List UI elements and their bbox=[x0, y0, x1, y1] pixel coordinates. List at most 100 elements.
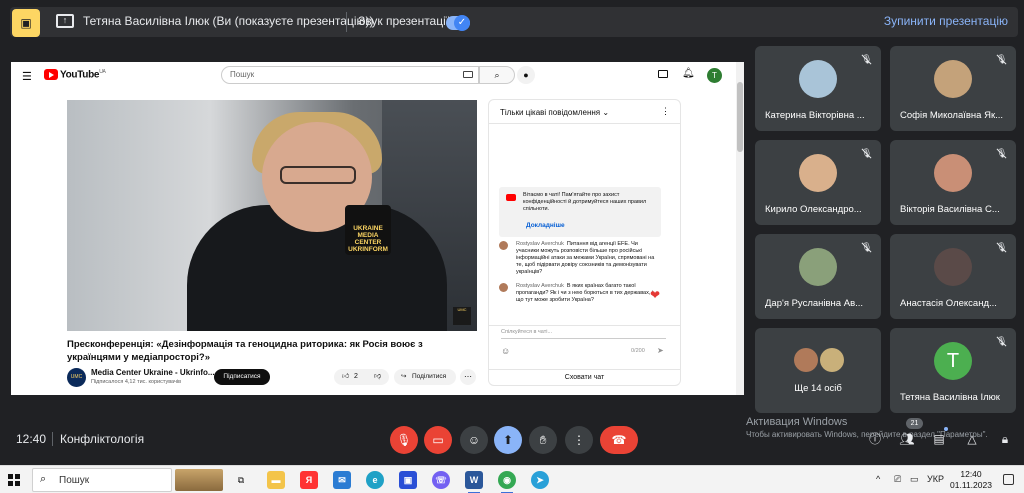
present-now-button[interactable]: ⬆ bbox=[494, 426, 522, 454]
logo-region: UA bbox=[99, 69, 106, 75]
self-avatar: T bbox=[934, 342, 972, 380]
chat-author[interactable]: Rostyslav Averchuk bbox=[516, 283, 564, 289]
youtube-header: ☰ YouTubeUA Пошук ⌕ ● 🔔︎ T bbox=[11, 62, 744, 88]
raise-hand-button[interactable]: ✋︎ bbox=[529, 426, 557, 454]
chat-mode-dropdown[interactable]: Тільки цікаві повідомлення ⌄ bbox=[500, 108, 609, 117]
chat-input[interactable]: Спілкуйтеся в чаті... bbox=[501, 329, 666, 339]
more-options-button[interactable]: ⋮ bbox=[565, 426, 593, 454]
channel-watermark-icon[interactable]: UMC bbox=[453, 307, 471, 325]
participant-tile[interactable]: 🎙︎ Софія Миколаївна Як... bbox=[890, 46, 1016, 131]
participant-tile[interactable]: 🎙︎ Анастасія Олександ... bbox=[890, 234, 1016, 319]
viber-icon[interactable]: ☏ bbox=[432, 471, 450, 489]
participant-name: Анастасія Олександ... bbox=[900, 298, 997, 309]
stop-presentation-button[interactable]: Зупинити презентацію bbox=[884, 14, 1008, 28]
taskbar-search[interactable]: ⌕ Пошук bbox=[32, 468, 172, 492]
task-view-icon[interactable]: ⧉ bbox=[232, 471, 250, 489]
mic-off-icon: 🎙︎ bbox=[996, 242, 1008, 252]
youtube-search-input[interactable]: Пошук bbox=[221, 66, 479, 84]
windows-start-icon[interactable] bbox=[8, 474, 20, 486]
share-button[interactable]: ↪ Поділитися bbox=[394, 369, 456, 385]
self-tile[interactable]: T 🎙︎ Тетяна Василівна Ілюк bbox=[890, 328, 1016, 413]
emoji-icon[interactable]: ☺ bbox=[501, 346, 510, 356]
telegram-icon[interactable]: ➤ bbox=[531, 471, 549, 489]
keyboard-icon[interactable] bbox=[463, 71, 473, 78]
like-dislike-group: 👍︎ 2 👎︎ bbox=[334, 369, 389, 385]
taskbar-clock[interactable]: 12:40 01.11.2023 bbox=[950, 469, 992, 491]
mic-off-icon: 🎙︎ bbox=[861, 54, 873, 64]
participant-tile[interactable]: 🎙︎ Вікторія Василівна С... bbox=[890, 140, 1016, 225]
participant-avatar bbox=[934, 248, 972, 286]
store-icon[interactable]: ▣ bbox=[399, 471, 417, 489]
presentation-app-icon: ▣ bbox=[12, 9, 40, 37]
file-explorer-icon[interactable]: ▬ bbox=[267, 471, 285, 489]
meeting-details-icon[interactable]: ⓘ bbox=[866, 430, 884, 448]
news-widget[interactable] bbox=[175, 469, 223, 491]
leave-call-button[interactable]: ☎ bbox=[600, 426, 638, 454]
mic-off-icon: 🎙︎ bbox=[996, 54, 1008, 64]
chevron-down-icon: ⌄ bbox=[602, 108, 610, 117]
account-avatar[interactable]: T bbox=[707, 68, 722, 83]
chat-author-avatar[interactable] bbox=[499, 241, 508, 250]
camera-off-button[interactable]: ▭ bbox=[424, 426, 452, 454]
mic-off-icon: 🎙︎ bbox=[861, 148, 873, 158]
language-indicator[interactable]: УКР bbox=[927, 474, 944, 484]
taskbar-date: 01.11.2023 bbox=[950, 480, 992, 490]
more-participants-tile[interactable]: Ще 14 осіб bbox=[755, 328, 881, 413]
mic-off-icon: 🎙︎ bbox=[996, 336, 1008, 346]
word-icon[interactable]: W bbox=[465, 471, 483, 493]
yandex-browser-icon[interactable]: Я bbox=[300, 471, 318, 489]
youtube-logo-text[interactable]: YouTubeUA bbox=[60, 69, 106, 80]
subscriber-count: Підписалося 4,12 тис. користувачів bbox=[91, 379, 182, 385]
more-actions-icon[interactable]: ⋯ bbox=[460, 369, 476, 385]
participant-tile[interactable]: 🎙︎ Кирило Олександро... bbox=[755, 140, 881, 225]
share-label: Поділитися bbox=[412, 373, 447, 380]
channel-avatar[interactable]: UMC bbox=[67, 368, 86, 387]
meeting-title: Конфліктологія bbox=[60, 432, 145, 446]
search-icon: ⌕ bbox=[40, 473, 47, 485]
participant-avatar bbox=[799, 60, 837, 98]
welcome-text: Вітаємо в чаті! Пам'ятайте про захист ко… bbox=[523, 192, 647, 212]
chat-author-avatar[interactable] bbox=[499, 283, 508, 292]
search-button[interactable]: ⌕ bbox=[479, 66, 515, 84]
hamburger-menu-icon[interactable]: ☰ bbox=[22, 70, 32, 83]
like-icon[interactable]: 👍︎ bbox=[342, 369, 349, 385]
network-icon[interactable]: ▭ bbox=[910, 474, 919, 485]
dislike-icon[interactable]: 👎︎ bbox=[374, 369, 381, 385]
like-count: 2 bbox=[354, 373, 358, 380]
notifications-bell-icon[interactable]: 🔔︎ bbox=[682, 68, 695, 79]
hide-chat-button[interactable]: Сховати чат bbox=[489, 369, 680, 386]
presentation-audio-toggle[interactable]: ✓ bbox=[446, 15, 470, 31]
edge-icon[interactable]: e bbox=[366, 471, 384, 489]
channel-name[interactable]: Media Center Ukraine - Ukrinfo... bbox=[91, 368, 215, 377]
chat-header: Тільки цікаві повідомлення ⌄ ⋮ bbox=[489, 100, 680, 124]
mail-icon[interactable]: ✉ bbox=[333, 471, 351, 489]
activities-icon[interactable]: △ bbox=[963, 430, 981, 448]
chrome-icon[interactable]: ◉ bbox=[498, 471, 516, 493]
voice-search-mic-icon[interactable]: ● bbox=[517, 66, 535, 84]
people-icon[interactable]: 👥︎ bbox=[898, 430, 916, 448]
check-icon: ✓ bbox=[454, 15, 470, 31]
mic-off-icon: 🎙︎ bbox=[996, 148, 1008, 158]
chat-menu-icon[interactable]: ⋮ bbox=[661, 106, 670, 117]
show-hidden-icons[interactable]: ^ bbox=[876, 474, 880, 484]
chat-author[interactable]: Rostyslav Averchuk bbox=[516, 241, 564, 247]
participant-tile[interactable]: 🎙︎ Катерина Вікторівна ... bbox=[755, 46, 881, 131]
mic-off-button[interactable]: 🎙︎ bbox=[390, 426, 418, 454]
youtube-logo-icon[interactable] bbox=[44, 69, 58, 80]
scrollbar[interactable] bbox=[736, 62, 744, 395]
subscribe-button[interactable]: Підписатися bbox=[214, 369, 270, 385]
reactions-button[interactable]: ☺ bbox=[460, 426, 488, 454]
send-icon[interactable]: ➤ bbox=[657, 346, 664, 355]
taskbar-search-label: Пошук bbox=[59, 475, 90, 486]
participant-tile[interactable]: 🎙︎ Дар'я Русланівна Ав... bbox=[755, 234, 881, 319]
present-screen-icon: ↑ bbox=[56, 14, 74, 28]
scrollbar-thumb[interactable] bbox=[737, 82, 743, 152]
notifications-icon[interactable] bbox=[1003, 474, 1014, 485]
host-controls-icon[interactable]: 🔒︎ bbox=[996, 430, 1014, 448]
hangup-icon: ☎ bbox=[611, 433, 627, 447]
learn-more-link[interactable]: Докладніше bbox=[526, 221, 565, 230]
create-video-icon[interactable] bbox=[658, 70, 668, 78]
meet-now-icon[interactable]: ⎚ bbox=[894, 474, 901, 485]
video-player[interactable]: UKRAINE MEDIA CENTER UKRINFORM UMC bbox=[67, 100, 477, 331]
chat-icon[interactable]: ▤ bbox=[930, 430, 948, 448]
